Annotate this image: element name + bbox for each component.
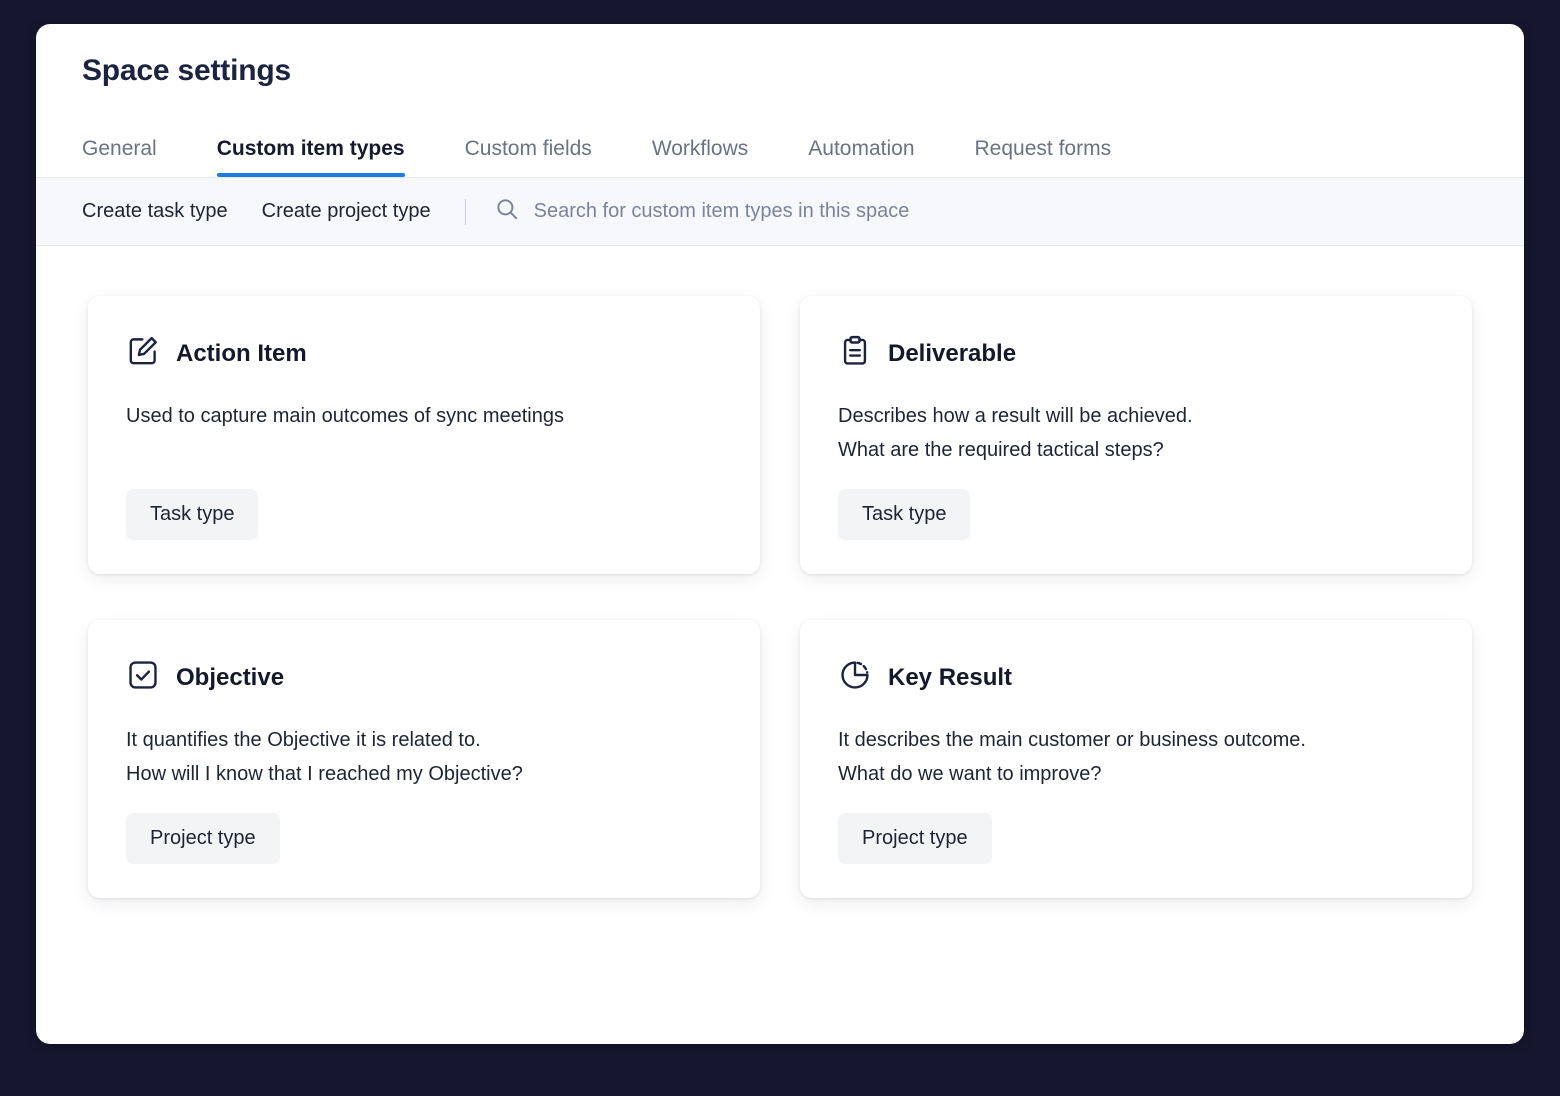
item-type-card-key-result[interactable]: Key Result It describes the main custome… — [800, 620, 1472, 898]
card-header: Action Item — [126, 334, 722, 373]
card-description-line: It quantifies the Objective it is relate… — [126, 729, 481, 751]
search-placeholder-text: Search for custom item types in this spa… — [533, 200, 910, 222]
card-description: Describes how a result will be achieved.… — [838, 399, 1434, 467]
tab-label: Custom item types — [216, 137, 405, 160]
card-title: Key Result — [888, 663, 1013, 691]
card-header: Deliverable — [838, 334, 1434, 373]
card-description-line: Describes how a result will be achieved. — [838, 405, 1193, 427]
pie-chart-icon — [838, 658, 872, 697]
card-type-chip[interactable]: Task type — [838, 489, 971, 540]
checkbox-check-icon — [126, 658, 160, 697]
card-description: Used to capture main outcomes of sync me… — [126, 399, 722, 433]
toolbar-divider — [464, 198, 466, 225]
tab-label: General — [82, 137, 157, 160]
settings-tabs: General Custom item types Custom fields … — [36, 120, 1524, 178]
edit-square-icon — [126, 334, 160, 373]
screen-backdrop: Space settings General Custom item types… — [0, 0, 1560, 1096]
tab-automation[interactable]: Automation — [808, 137, 914, 177]
card-title: Action Item — [176, 339, 307, 367]
item-type-card-deliverable[interactable]: Deliverable Describes how a result will … — [800, 296, 1472, 574]
toolbar: Create task type Create project type Sea… — [36, 178, 1524, 246]
create-task-type-button[interactable]: Create task type — [82, 200, 228, 223]
card-description-line: How will I know that I reached my Object… — [126, 763, 523, 785]
page-title: Space settings — [82, 54, 291, 87]
tab-label: Request forms — [974, 137, 1112, 160]
card-type-chip[interactable]: Task type — [126, 489, 259, 540]
card-description: It describes the main customer or busine… — [838, 723, 1434, 791]
card-header: Key Result — [838, 658, 1434, 697]
settings-window: Space settings General Custom item types… — [36, 24, 1524, 1044]
clipboard-icon — [838, 334, 872, 373]
card-type-chip[interactable]: Project type — [126, 813, 280, 864]
card-description-line: Used to capture main outcomes of sync me… — [126, 405, 564, 427]
create-project-type-button[interactable]: Create project type — [262, 200, 431, 223]
card-description-line: What are the required tactical steps? — [838, 439, 1164, 461]
item-type-card-grid: Action Item Used to capture main outcome… — [88, 296, 1472, 898]
card-header: Objective — [126, 658, 722, 697]
card-type-chip[interactable]: Project type — [838, 813, 992, 864]
card-description-line: What do we want to improve? — [838, 763, 1102, 785]
item-type-card-action-item[interactable]: Action Item Used to capture main outcome… — [88, 296, 760, 574]
card-title: Deliverable — [888, 339, 1017, 367]
search-icon — [494, 196, 520, 227]
search-input[interactable]: Search for custom item types in this spa… — [494, 196, 1524, 227]
tab-custom-fields[interactable]: Custom fields — [465, 137, 592, 177]
item-type-card-objective[interactable]: Objective It quantifies the Objective it… — [88, 620, 760, 898]
tab-label: Automation — [808, 137, 915, 160]
tab-workflows[interactable]: Workflows — [652, 137, 748, 177]
card-description-line: It describes the main customer or busine… — [838, 729, 1306, 751]
tab-label: Custom fields — [464, 137, 592, 160]
card-description: It quantifies the Objective it is relate… — [126, 723, 722, 791]
tab-custom-item-types[interactable]: Custom item types — [216, 137, 405, 177]
tab-label: Workflows — [651, 137, 749, 160]
tab-request-forms[interactable]: Request forms — [975, 137, 1112, 177]
card-title: Objective — [176, 663, 285, 691]
tab-general[interactable]: General — [82, 137, 157, 177]
custom-item-types-content: Action Item Used to capture main outcome… — [36, 246, 1524, 898]
